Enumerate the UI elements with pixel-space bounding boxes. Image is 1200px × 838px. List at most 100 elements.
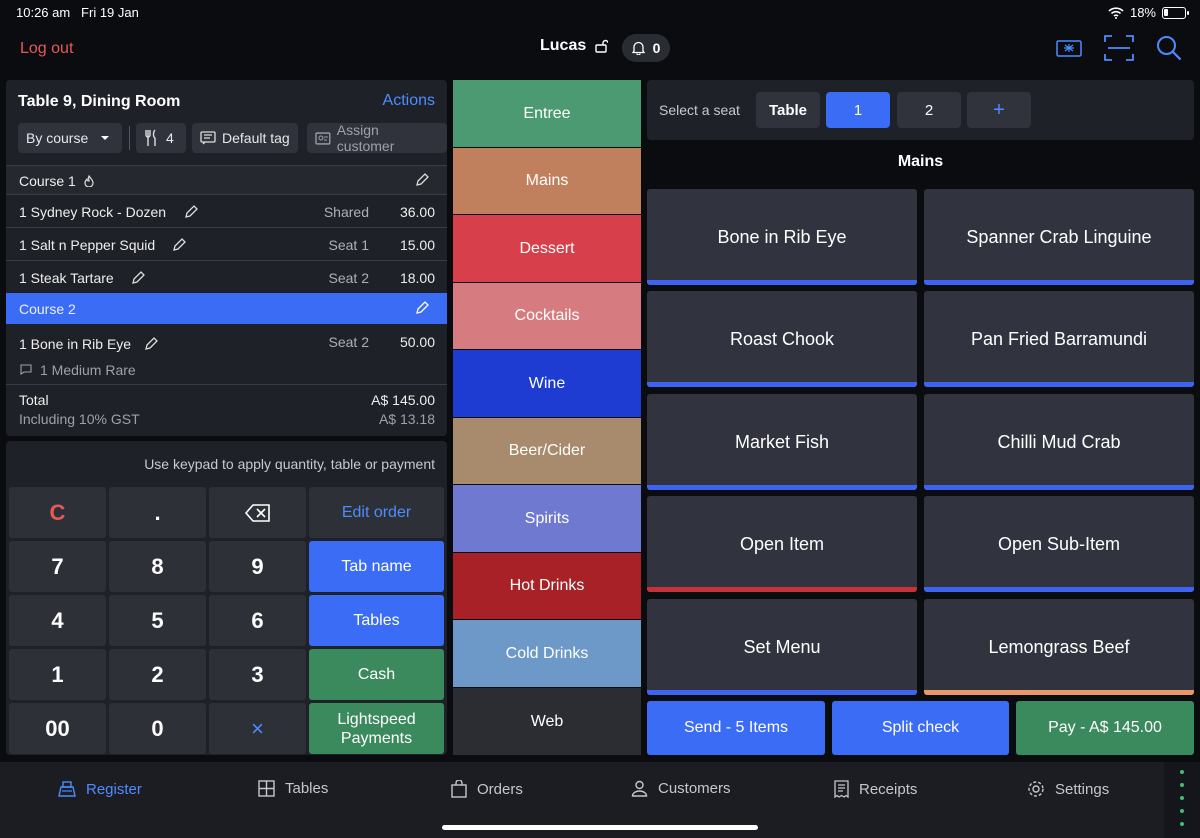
item-price: 18.00	[399, 270, 435, 286]
order-panel: Table 9, Dining Room Actions By course 4…	[6, 80, 447, 436]
course-2-header[interactable]: Course 2	[6, 293, 447, 324]
fire-icon[interactable]	[84, 175, 94, 187]
category-label: Entree	[523, 104, 571, 122]
menu-item-button[interactable]: Pan Fried Barramundi	[924, 291, 1194, 387]
key-5[interactable]: 5	[109, 595, 206, 646]
key-9[interactable]: 9	[209, 541, 306, 592]
nav-tables[interactable]: Tables	[258, 780, 328, 797]
nav-register[interactable]: Register	[58, 780, 142, 798]
edit-icon[interactable]	[415, 173, 429, 187]
contact-card-icon	[315, 132, 331, 145]
cash-button[interactable]: Cash	[309, 649, 444, 700]
menu-item-button[interactable]: Open Item	[647, 496, 917, 592]
menu-item-button[interactable]: Bone in Rib Eye	[647, 189, 917, 285]
category-wine[interactable]: Wine	[453, 350, 641, 417]
key-00[interactable]: 00	[9, 703, 106, 754]
send-items-button[interactable]: Send - 5 Items	[647, 701, 825, 755]
course-1-header[interactable]: Course 1	[6, 165, 447, 194]
seat-1-button[interactable]: 1	[826, 92, 890, 128]
category-label: Mains	[525, 172, 569, 189]
seat-table-button[interactable]: Table	[756, 92, 820, 128]
edit-icon[interactable]	[131, 271, 145, 285]
default-tag-button[interactable]: Default tag	[192, 123, 298, 153]
nav-orders[interactable]: Orders	[451, 780, 523, 798]
key-0[interactable]: 0	[109, 703, 206, 754]
category-cold-drinks[interactable]: Cold Drinks	[453, 620, 641, 687]
item-color-bar	[924, 280, 1194, 285]
item-seat: Shared	[323, 204, 369, 220]
category-beer-cider[interactable]: Beer/Cider	[453, 418, 641, 484]
menu-item-label: Bone in Rib Eye	[717, 226, 847, 247]
edit-icon[interactable]	[172, 238, 186, 252]
dot-key[interactable]: .	[109, 487, 206, 538]
menu-item-button[interactable]: Lemongrass Beef	[924, 599, 1194, 695]
actions-button[interactable]: Actions	[383, 92, 435, 110]
order-item-row[interactable]: 1 Salt n Pepper Squid Seat 1 15.00	[6, 227, 447, 260]
category-web[interactable]: Web	[453, 688, 641, 755]
item-name: 1 Salt n Pepper Squid	[19, 237, 156, 253]
logout-button[interactable]: Log out	[20, 40, 73, 58]
pay-button[interactable]: Pay - A$ 145.00	[1016, 701, 1194, 755]
nav-label: Customers	[658, 780, 731, 797]
notifications-button[interactable]: 0	[622, 34, 670, 62]
section-title: Mains	[897, 153, 944, 170]
lightspeed-payments-button[interactable]: Lightspeed Payments	[309, 703, 444, 754]
backspace-key[interactable]	[209, 487, 306, 538]
order-item-row[interactable]: 1 Sydney Rock - Dozen Shared 36.00	[6, 194, 447, 227]
nav-customers[interactable]: Customers	[631, 780, 731, 797]
item-color-bar	[647, 587, 917, 592]
multiply-key[interactable]: ×	[209, 703, 306, 754]
menu-item-button[interactable]: Set Menu	[647, 599, 917, 695]
category-mains[interactable]: Mains	[453, 148, 641, 214]
menu-item-button[interactable]: Chilli Mud Crab	[924, 394, 1194, 490]
menu-item-label: Pan Fried Barramundi	[970, 328, 1148, 349]
user-display[interactable]: Lucas	[540, 37, 609, 55]
search-icon[interactable]	[1156, 35, 1182, 61]
more-menu-button[interactable]	[1164, 762, 1200, 838]
assign-customer-button[interactable]: Assign customer	[307, 122, 447, 154]
nav-receipts[interactable]: Receipts	[834, 780, 917, 798]
by-course-dropdown[interactable]: By course	[18, 123, 122, 153]
category-spirits[interactable]: Spirits	[453, 485, 641, 552]
comment-icon	[20, 364, 32, 375]
menu-item-button[interactable]: Market Fish	[647, 394, 917, 490]
card-scan-icon[interactable]	[1056, 38, 1082, 58]
key-6[interactable]: 6	[209, 595, 306, 646]
key-3[interactable]: 3	[209, 649, 306, 700]
item-modifier: 1 Medium Rare	[40, 362, 136, 378]
covers-button[interactable]: 4	[136, 123, 186, 153]
nav-settings[interactable]: Settings	[1027, 780, 1109, 798]
item-color-bar	[647, 382, 917, 387]
edit-icon[interactable]	[144, 337, 158, 351]
key-8[interactable]: 8	[109, 541, 206, 592]
split-check-button[interactable]: Split check	[832, 701, 1009, 755]
key-4[interactable]: 4	[9, 595, 106, 646]
menu-item-button[interactable]: Open Sub-Item	[924, 496, 1194, 592]
order-item-row[interactable]: 1 Steak Tartare Seat 2 18.00	[6, 260, 447, 293]
edit-order-button[interactable]: Edit order	[309, 487, 444, 538]
menu-item-button[interactable]: Roast Chook	[647, 291, 917, 387]
clear-key[interactable]: C	[9, 487, 106, 538]
key-1[interactable]: 1	[9, 649, 106, 700]
edit-icon[interactable]	[184, 205, 198, 219]
tab-name-button[interactable]: Tab name	[309, 541, 444, 592]
category-label: Dessert	[519, 239, 575, 257]
item-color-bar	[924, 587, 1194, 592]
category-dessert[interactable]: Dessert	[453, 215, 641, 282]
totals: Total A$ 145.00 Including 10% GST A$ 13.…	[6, 384, 447, 436]
key-2[interactable]: 2	[109, 649, 206, 700]
bell-icon	[631, 41, 645, 55]
menu-item-label: Spanner Crab Linguine	[966, 226, 1152, 247]
category-cocktails[interactable]: Cocktails	[453, 283, 641, 349]
tables-button[interactable]: Tables	[309, 595, 444, 646]
seat-2-button[interactable]: 2	[897, 92, 961, 128]
add-seat-button[interactable]: +	[967, 92, 1031, 128]
category-hot-drinks[interactable]: Hot Drinks	[453, 553, 641, 619]
category-entree[interactable]: Entree	[453, 80, 641, 147]
item-name: 1 Steak Tartare	[19, 270, 114, 286]
barcode-scan-icon[interactable]	[1104, 34, 1134, 62]
edit-icon[interactable]	[415, 301, 429, 315]
key-7[interactable]: 7	[9, 541, 106, 592]
menu-item-button[interactable]: Spanner Crab Linguine	[924, 189, 1194, 285]
order-item-row[interactable]: 1 Bone in Rib Eye Seat 2 50.00 1 Medium …	[6, 324, 447, 384]
